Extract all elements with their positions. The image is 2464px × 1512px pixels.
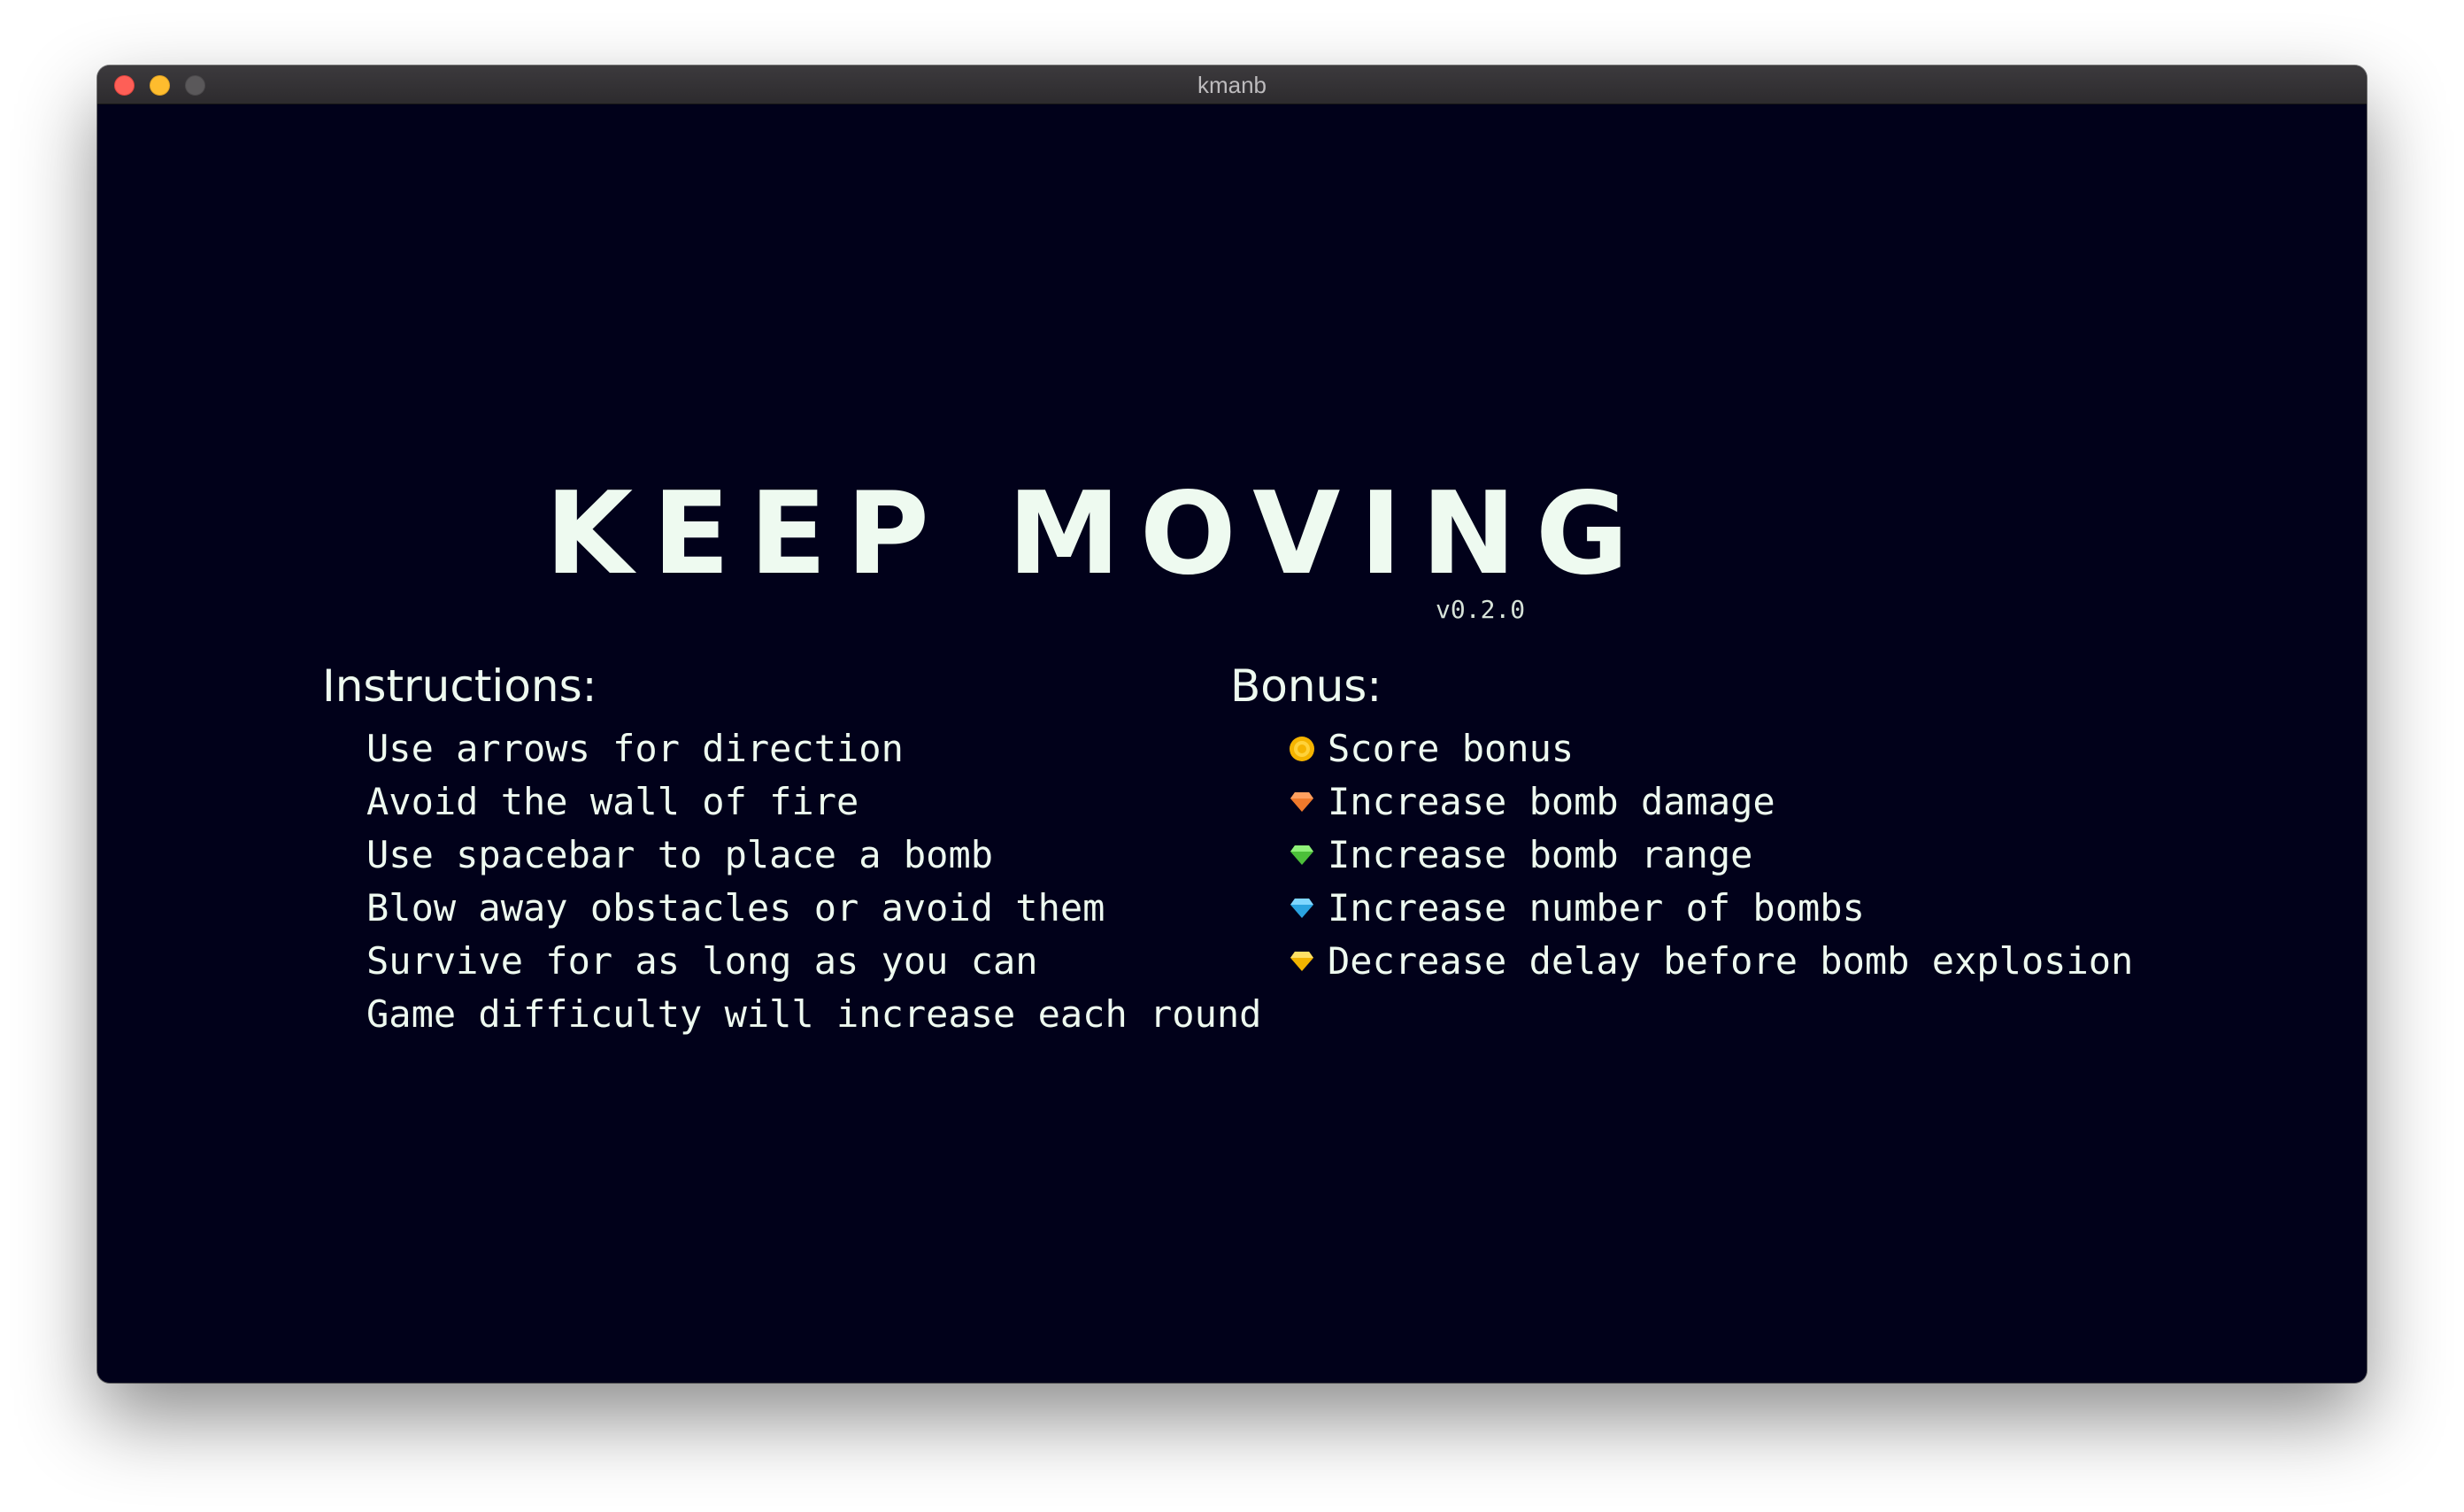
game-canvas[interactable]: KEEP MOVING v0.2.0 Instructions: Use arr… <box>97 104 2367 1383</box>
bonus-label: Increase bomb damage <box>1328 780 1775 823</box>
bonus-item: Increase number of bombs <box>1287 882 2133 935</box>
bonus-label: Score bonus <box>1328 727 1575 770</box>
title-bar[interactable]: kmanb <box>97 66 2367 104</box>
instruction-item: Survive for as long as you can <box>366 939 1038 983</box>
instruction-item: Avoid the wall of fire <box>366 780 859 823</box>
instruction-item: Use spacebar to place a bomb <box>366 833 994 876</box>
yellow-gem-icon <box>1290 952 1313 971</box>
bonus-heading: Bonus: <box>1230 660 1382 712</box>
bonus-item: Decrease delay before bomb explosion <box>1287 935 2133 988</box>
orange-gem-icon <box>1290 792 1313 812</box>
window-title: kmanb <box>1197 72 1267 98</box>
gold-coin-icon <box>1290 737 1314 761</box>
bonus-label: Increase bomb range <box>1328 833 1753 876</box>
bonus-item: Score bonus <box>1287 722 2133 775</box>
game-title: KEEP MOVING <box>545 468 1649 600</box>
instruction-item: Blow away obstacles or avoid them <box>366 886 1105 930</box>
instructions-list: Use arrows for direction Avoid the wall … <box>366 722 1261 1041</box>
bonus-label: Increase number of bombs <box>1328 886 1865 930</box>
green-gem-icon <box>1290 845 1313 865</box>
blue-gem-icon <box>1290 899 1313 918</box>
bonus-item: Increase bomb range <box>1287 829 2133 882</box>
app-window: kmanb KEEP MOVING v0.2.0 Instructions: U… <box>97 66 2367 1383</box>
instructions-heading: Instructions: <box>322 660 597 712</box>
instruction-item: Game difficulty will increase each round <box>366 992 1262 1036</box>
version-label: v0.2.0 <box>1436 595 1526 624</box>
instruction-item: Use arrows for direction <box>366 727 904 770</box>
bonus-list: Score bonus Increase bomb damage Increas… <box>1287 722 2133 988</box>
bonus-label: Decrease delay before bomb explosion <box>1328 939 2134 983</box>
bonus-item: Increase bomb damage <box>1287 775 2133 829</box>
